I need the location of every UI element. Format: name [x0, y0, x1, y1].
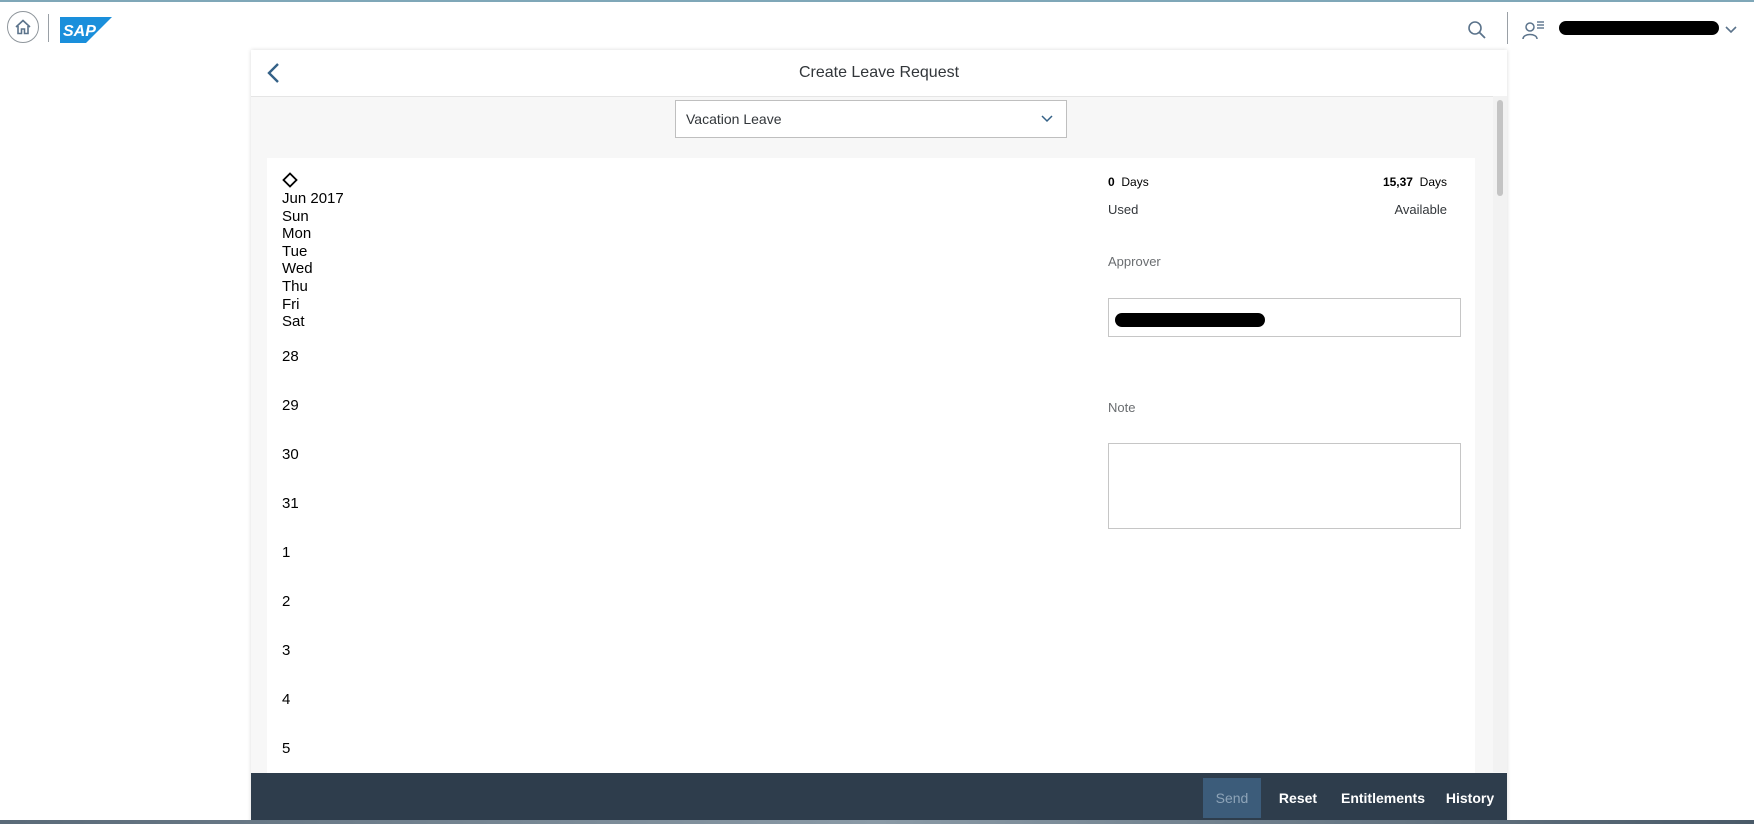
- note-textarea[interactable]: [1108, 443, 1461, 529]
- calendar-day[interactable]: 31: [282, 495, 299, 513]
- calendar-day[interactable]: 5: [282, 740, 290, 758]
- available-days: 15,37 Days: [1383, 175, 1447, 189]
- page-title: Create Leave Request: [798, 64, 960, 81]
- leave-form-panel: Jun 2017 Sun Mon Tue Wed Thu Fri Sat 28 …: [267, 158, 1475, 824]
- calendar-day[interactable]: 1: [282, 544, 290, 562]
- reset-button[interactable]: Reset: [1271, 778, 1325, 818]
- weekday-label: Tue: [282, 242, 308, 260]
- footer-toolbar: Send Reset Entitlements History: [251, 773, 1507, 824]
- leave-type-value: Vacation Leave: [686, 111, 782, 127]
- available-days-value: 15,37: [1382, 175, 1413, 189]
- search-icon[interactable]: [1467, 20, 1487, 40]
- user-menu-icon[interactable]: [1522, 18, 1546, 42]
- app-container: Create Leave Request Vacation Leave Jun …: [251, 50, 1507, 824]
- home-button[interactable]: [7, 11, 39, 43]
- calendar-day[interactable]: 30: [282, 446, 299, 464]
- entitlements-button[interactable]: Entitlements: [1335, 778, 1431, 818]
- vertical-scrollbar[interactable]: [1493, 96, 1507, 772]
- approver-field[interactable]: [1108, 298, 1461, 337]
- broken-image-icon: [282, 172, 298, 188]
- history-button[interactable]: History: [1441, 778, 1499, 818]
- scrollbar-thumb[interactable]: [1497, 100, 1503, 196]
- calendar-day[interactable]: 28: [282, 348, 299, 366]
- used-days-unit: Days: [1121, 175, 1149, 189]
- chevron-down-icon: [1041, 115, 1053, 123]
- available-days-unit: Days: [1419, 175, 1447, 189]
- user-name-redacted[interactable]: [1559, 21, 1719, 35]
- used-label: Used: [1108, 202, 1139, 217]
- chevron-down-icon[interactable]: [1723, 22, 1739, 38]
- svg-text:SAP: SAP: [63, 23, 96, 40]
- shell-header: SAP: [0, 0, 1754, 52]
- send-button[interactable]: Send: [1203, 778, 1261, 818]
- weekday-label: Wed: [282, 260, 313, 278]
- calendar-day[interactable]: 2: [282, 593, 290, 611]
- desktop-background-strip: [0, 820, 1754, 824]
- header-divider: [48, 14, 49, 42]
- note-label: Note: [1108, 400, 1136, 415]
- used-days: 0 Days: [1108, 175, 1149, 189]
- sap-logo: SAP: [60, 17, 112, 43]
- used-days-value: 0: [1108, 175, 1115, 189]
- app-header: Create Leave Request: [251, 50, 1507, 97]
- calendar-day[interactable]: 4: [282, 691, 290, 709]
- weekday-label: Sun: [282, 207, 309, 225]
- calendar-day[interactable]: 3: [282, 642, 290, 660]
- approver-name-redacted: [1115, 313, 1265, 327]
- calendar-day[interactable]: 29: [282, 397, 299, 415]
- weekday-label: Thu: [282, 277, 308, 295]
- available-label: Available: [1394, 202, 1447, 217]
- leave-type-select[interactable]: Vacation Leave: [675, 100, 1067, 138]
- weekday-label: Fri: [282, 295, 300, 313]
- calendar: Jun 2017 Sun Mon Tue Wed Thu Fri Sat 28 …: [282, 172, 482, 757]
- weekday-label: Mon: [282, 225, 312, 243]
- approver-label: Approver: [1108, 254, 1161, 269]
- weekday-label: Sat: [282, 313, 305, 331]
- header-divider: [1507, 12, 1508, 44]
- home-icon: [15, 19, 31, 35]
- calendar-month[interactable]: Jun 2017: [282, 190, 482, 208]
